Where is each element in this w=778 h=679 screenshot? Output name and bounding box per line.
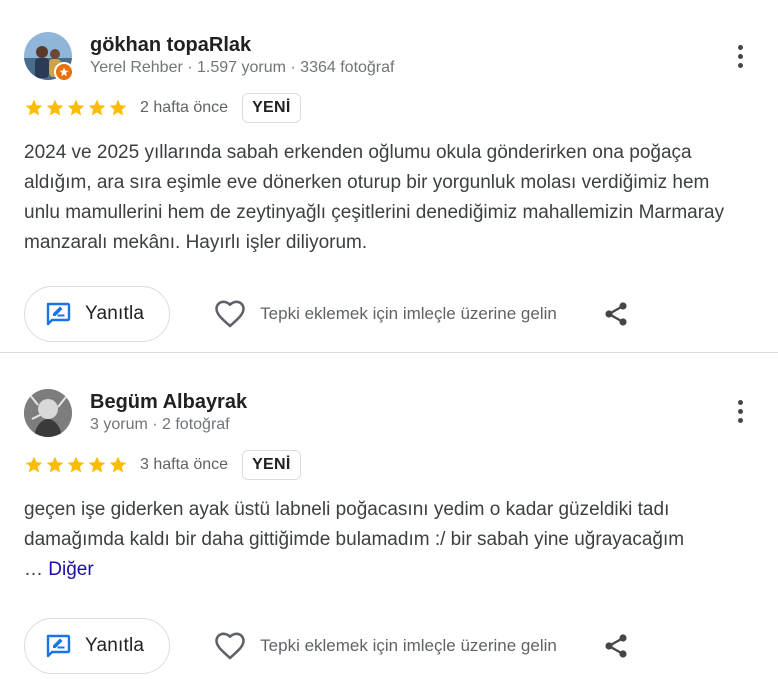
star-icon xyxy=(67,456,85,473)
author-meta: 3 yorum · 2 fotoğraf xyxy=(90,416,230,433)
reply-edit-icon xyxy=(46,302,71,326)
rating-row: 3 hafta önce YENİ xyxy=(24,449,754,481)
review-time: 2 hafta önce xyxy=(140,99,229,116)
react-label: Tepki eklemek için imleçle üzerine gelin xyxy=(260,636,557,655)
star-icon xyxy=(109,456,127,473)
review-card: gökhan topaRlak Yerel Rehber · 1.597 yor… xyxy=(0,0,778,353)
text-ellipsis: … xyxy=(24,559,43,580)
star-icon xyxy=(67,99,85,116)
review-actions: Yanıtla Tepki eklemek için imleçle üzeri… xyxy=(24,618,754,674)
share-button[interactable] xyxy=(603,633,629,659)
share-icon xyxy=(605,302,627,326)
reply-edit-icon xyxy=(46,634,71,658)
react-button[interactable]: Tepki eklemek için imleçle üzerine gelin xyxy=(214,300,557,328)
more-vertical-icon[interactable] xyxy=(726,391,754,431)
star-icon xyxy=(46,99,64,116)
review-header: Begüm Albayrak 3 yorum · 2 fotoğraf xyxy=(24,389,754,445)
review-text: 2024 ve 2025 yıllarında sabah erkenden o… xyxy=(24,142,725,253)
star-rating xyxy=(24,98,128,118)
star-icon xyxy=(25,99,43,116)
share-icon xyxy=(605,634,627,658)
new-badge: YENİ xyxy=(242,450,301,480)
more-link[interactable]: Diğer xyxy=(48,559,93,580)
review-card: Begüm Albayrak 3 yorum · 2 fotoğraf 3 ha… xyxy=(0,353,778,679)
star-icon xyxy=(88,99,106,116)
heart-outline-icon xyxy=(215,300,245,328)
review-time: 3 hafta önce xyxy=(140,456,229,473)
review-actions: Yanıtla Tepki eklemek için imleçle üzeri… xyxy=(24,286,754,342)
review-text: geçen işe giderken ayak üstü labneli poğ… xyxy=(24,495,744,585)
star-icon xyxy=(25,456,43,473)
reply-label: Yanıtla xyxy=(85,303,145,324)
author-name[interactable]: Begüm Albayrak xyxy=(90,390,247,414)
react-button[interactable]: Tepki eklemek için imleçle üzerine gelin xyxy=(214,632,557,660)
star-icon xyxy=(46,456,64,473)
heart-outline-icon xyxy=(215,632,245,660)
author-meta: Yerel Rehber · 1.597 yorum · 3364 fotoğr… xyxy=(90,59,395,76)
share-button[interactable] xyxy=(603,301,629,327)
review-text-body: geçen işe giderken ayak üstü labneli poğ… xyxy=(24,499,685,550)
reply-button[interactable]: Yanıtla xyxy=(24,286,171,342)
rating-row: 2 hafta önce YENİ xyxy=(24,92,754,124)
more-vertical-icon[interactable] xyxy=(726,36,754,76)
react-label: Tepki eklemek için imleçle üzerine gelin xyxy=(260,304,557,323)
new-badge: YENİ xyxy=(242,93,301,123)
reply-label: Yanıtla xyxy=(85,635,145,656)
reply-button[interactable]: Yanıtla xyxy=(24,618,171,674)
author-name[interactable]: gökhan topaRlak xyxy=(90,33,394,57)
star-icon xyxy=(88,456,106,473)
local-guide-badge-icon xyxy=(54,62,74,82)
review-header: gökhan topaRlak Yerel Rehber · 1.597 yor… xyxy=(24,32,754,88)
avatar[interactable] xyxy=(24,389,72,437)
star-icon xyxy=(109,99,127,116)
avatar[interactable] xyxy=(24,32,74,82)
star-rating xyxy=(24,455,128,475)
